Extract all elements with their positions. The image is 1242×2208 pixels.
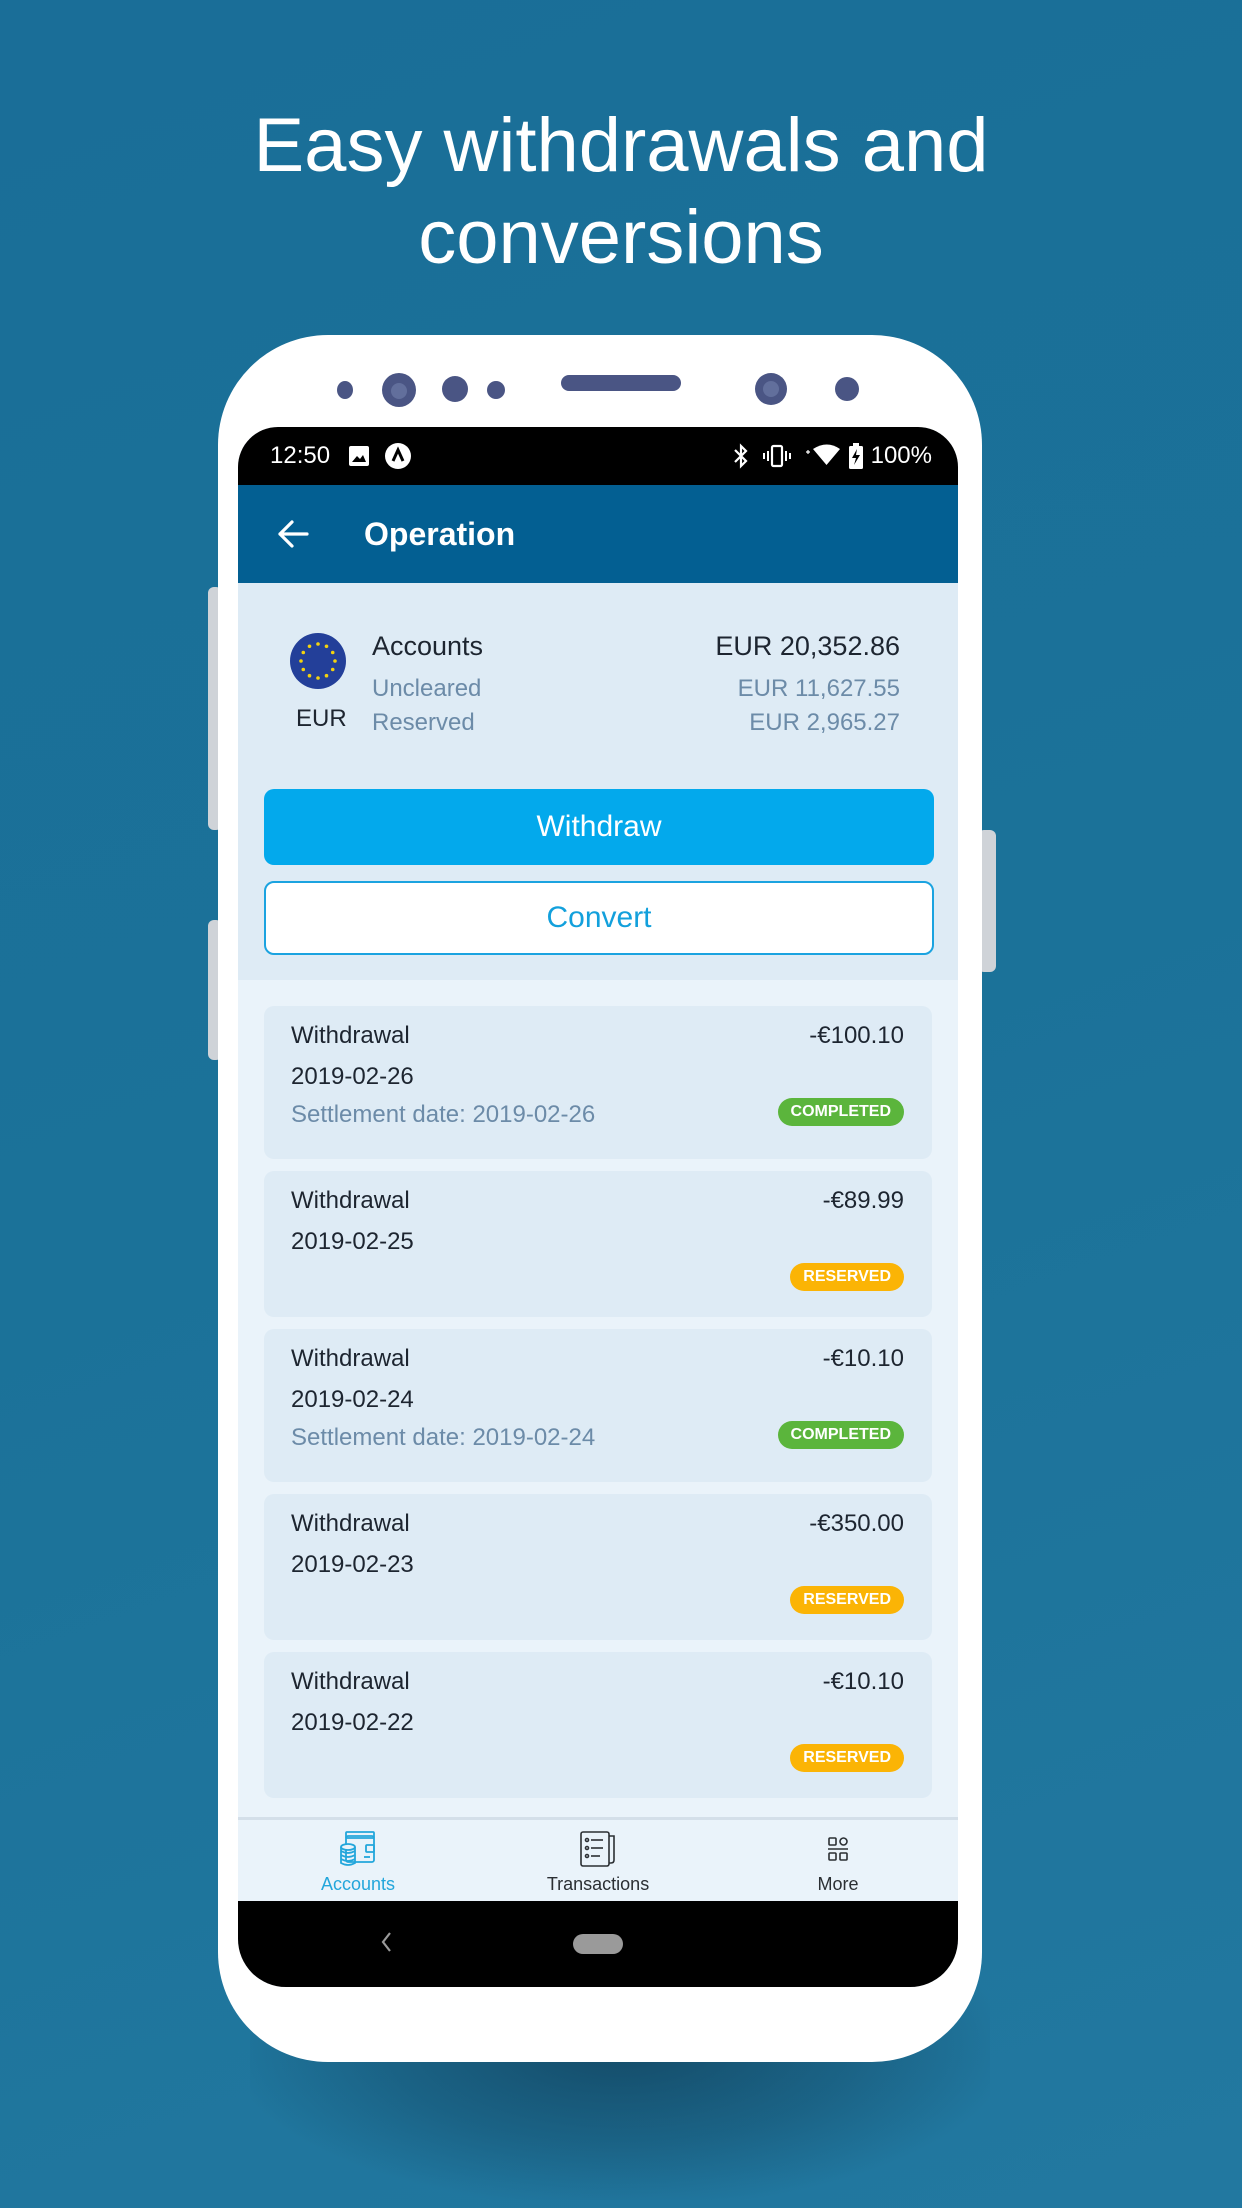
battery-percent: 100% (870, 442, 932, 469)
status-time: 12:50 (270, 442, 331, 469)
withdraw-button[interactable]: Withdraw (264, 789, 934, 865)
transaction-date: 2019-02-24 (291, 1386, 414, 1413)
receipt-list-icon (580, 1831, 615, 1867)
status-badge: RESERVED (790, 1586, 904, 1614)
bottom-navigation: Accounts Transactions More (238, 1817, 958, 1901)
transaction-amount: -€100.10 (809, 1022, 904, 1049)
arrow-left-icon (278, 520, 309, 548)
transaction-amount: -€10.10 (822, 1345, 904, 1372)
transaction-row[interactable]: Withdrawal -€89.99 2019-02-25 RESERVED (264, 1171, 932, 1317)
status-badge: RESERVED (790, 1263, 904, 1291)
sensor-dot (442, 376, 468, 402)
transaction-type: Withdrawal (291, 1187, 410, 1214)
flag-star (324, 673, 329, 678)
image-icon (348, 445, 370, 467)
flag-star (307, 644, 312, 649)
sensor-dot (337, 381, 353, 399)
earpiece-speaker (561, 375, 681, 391)
app-bar: Operation (238, 485, 958, 583)
transaction-row[interactable]: Withdrawal -€10.10 2019-02-24 Settlement… (264, 1329, 932, 1482)
nav-accounts-label: Accounts (320, 1874, 396, 1894)
transaction-date: 2019-02-22 (291, 1709, 414, 1736)
status-badge: COMPLETED (777, 1421, 904, 1449)
page-title: Operation (364, 515, 516, 552)
nav-transactions-label: Transactions (546, 1874, 650, 1894)
currency-code: EUR (296, 705, 347, 732)
nav-more[interactable]: More (718, 1820, 958, 1901)
front-camera-icon (382, 373, 416, 407)
status-badge: RESERVED (790, 1744, 904, 1772)
transaction-type: Withdrawal (291, 1668, 410, 1695)
app-notification-icon (384, 442, 412, 470)
transaction-date: 2019-02-23 (291, 1551, 414, 1578)
transaction-amount: -€10.10 (822, 1668, 904, 1695)
headline-line-2: conversions (418, 195, 824, 280)
flag-star (330, 650, 335, 655)
flag-star (301, 650, 306, 655)
sensor-dot (487, 381, 505, 399)
status-right-icons: 100% (733, 442, 932, 470)
nav-transactions[interactable]: Transactions (478, 1820, 718, 1901)
transaction-type: Withdrawal (291, 1022, 410, 1049)
transaction-date: 2019-02-25 (291, 1228, 414, 1255)
flag-star (307, 673, 312, 678)
phone-screen: 12:50 100% Operation EUR Accounts EUR 20… (238, 427, 958, 1987)
status-badge: COMPLETED (777, 1098, 904, 1126)
convert-button[interactable]: Convert (264, 881, 934, 955)
transaction-amount: -€89.99 (822, 1187, 904, 1214)
system-back-button[interactable] (378, 1927, 394, 1962)
uncleared-value: EUR 11,627.55 (737, 675, 900, 702)
settlement-date: Settlement date: 2019-02-26 (291, 1101, 596, 1128)
reserved-label: Reserved (372, 709, 475, 736)
transaction-list: Withdrawal -€100.10 2019-02-26 Settlemen… (238, 980, 958, 1798)
account-name: Accounts (372, 631, 484, 661)
transaction-row[interactable]: Withdrawal -€10.10 2019-02-22 RESERVED (264, 1652, 932, 1798)
transaction-row[interactable]: Withdrawal -€350.00 2019-02-23 RESERVED (264, 1494, 932, 1640)
flag-star (316, 642, 320, 646)
nav-accounts[interactable]: Accounts (238, 1820, 478, 1901)
status-bar: 12:50 100% (238, 427, 958, 485)
settlement-date: Settlement date: 2019-02-24 (291, 1424, 596, 1451)
eu-flag-icon (290, 633, 346, 689)
account-summary: EUR Accounts EUR 20,352.86 Uncleared EUR… (238, 583, 958, 980)
flag-star (316, 676, 320, 680)
vibrate-icon (762, 444, 791, 468)
flag-star (330, 667, 335, 672)
transaction-amount: -€350.00 (809, 1510, 904, 1537)
flag-star (301, 667, 306, 672)
promo-headline: Easy withdrawals and conversions (0, 100, 1242, 284)
bluetooth-icon (733, 443, 749, 469)
battery-charging-icon (848, 443, 863, 469)
nav-more-label: More (817, 1874, 859, 1894)
wifi-icon (805, 444, 841, 468)
transaction-type: Withdrawal (291, 1345, 410, 1372)
uncleared-label: Uncleared (372, 675, 482, 702)
reserved-value: EUR 2,965.27 (749, 709, 900, 736)
transaction-row[interactable]: Withdrawal -€100.10 2019-02-26 Settlemen… (264, 1006, 932, 1159)
secondary-camera-icon (755, 373, 787, 405)
back-button[interactable] (268, 509, 318, 559)
grid-more-icon (828, 1837, 848, 1861)
transaction-type: Withdrawal (291, 1510, 410, 1537)
system-home-button[interactable] (573, 1934, 623, 1954)
transaction-date: 2019-02-26 (291, 1063, 414, 1090)
account-total: EUR 20,352.86 (715, 631, 900, 661)
flag-star (333, 659, 337, 663)
wallet-coins-icon (340, 1831, 375, 1866)
flag-star (324, 644, 329, 649)
phone-frame: 12:50 100% Operation EUR Accounts EUR 20… (218, 335, 982, 2062)
sensor-dot (835, 377, 859, 401)
headline-line-1: Easy withdrawals and (253, 103, 989, 188)
flag-star (299, 659, 303, 663)
chevron-left-icon (381, 1932, 391, 1952)
system-navigation-bar (238, 1901, 958, 1987)
